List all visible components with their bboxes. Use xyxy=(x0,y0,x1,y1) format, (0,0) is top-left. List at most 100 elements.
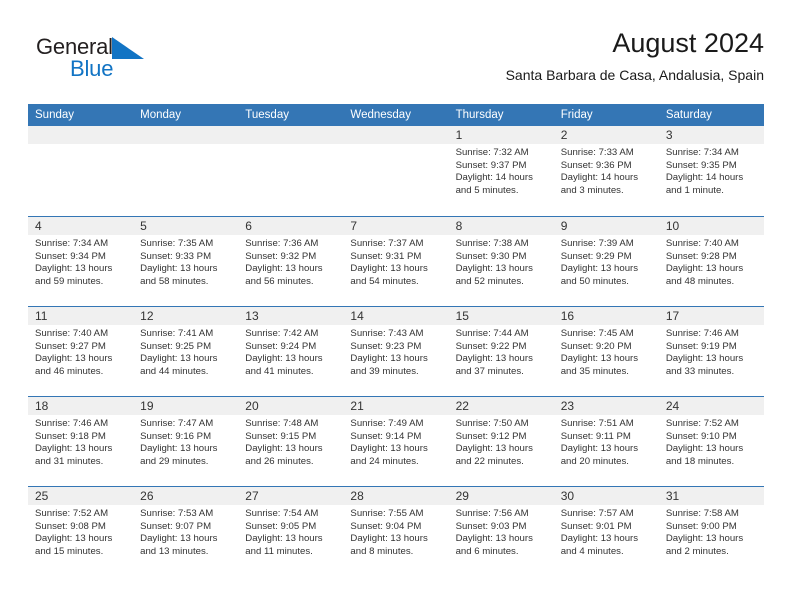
sunrise-text: Sunrise: 7:37 AM xyxy=(350,238,424,249)
daylight-text-line1: Daylight: 13 hours xyxy=(245,533,323,545)
calendar-day-cell[interactable]: 29 Sunrise: 7:56 AM Sunset: 9:03 PM Dayligh… xyxy=(448,487,554,576)
calendar-day-cell[interactable]: 10 Sunrise: 7:40 AM Sunset: 9:28 PM Dayligh… xyxy=(658,217,764,306)
calendar-day-cell[interactable]: 31 Sunrise: 7:58 AM Sunset: 9:00 PM Dayligh… xyxy=(658,487,764,576)
sunrise-text: Sunrise: 7:33 AM xyxy=(560,147,634,158)
sunset-text: Sunset: 9:19 PM xyxy=(665,340,737,352)
calendar-day-cell[interactable]: 17 Sunrise: 7:46 AM Sunset: 9:19 PM Dayligh… xyxy=(658,307,764,396)
daylight-text-line1: Daylight: 13 hours xyxy=(140,443,218,455)
sunset-text: Sunset: 9:35 PM xyxy=(665,159,737,171)
calendar-day-cell[interactable]: 14 Sunrise: 7:43 AM Sunset: 9:23 PM Dayligh… xyxy=(343,307,449,396)
calendar-day-cell[interactable]: 23 Sunrise: 7:51 AM Sunset: 9:11 PM Dayligh… xyxy=(553,397,659,486)
day-number: 4 xyxy=(28,217,134,235)
calendar-day-cell[interactable]: 26 Sunrise: 7:53 AM Sunset: 9:07 PM Dayligh… xyxy=(133,487,239,576)
calendar-day-cell[interactable]: 19 Sunrise: 7:47 AM Sunset: 9:16 PM Dayligh… xyxy=(133,397,239,486)
sunset-text: Sunset: 9:03 PM xyxy=(455,520,527,532)
day-number: 28 xyxy=(343,487,449,505)
daylight-text-line1: Daylight: 13 hours xyxy=(455,263,533,275)
sunset-text: Sunset: 9:32 PM xyxy=(245,250,317,262)
calendar-day-cell[interactable]: 12 Sunrise: 7:41 AM Sunset: 9:25 PM Dayligh… xyxy=(133,307,239,396)
calendar-day-cell[interactable]: 5 Sunrise: 7:35 AM Sunset: 9:33 PM Daylight… xyxy=(133,217,239,306)
calendar-day-cell[interactable]: 20 Sunrise: 7:48 AM Sunset: 9:15 PM Dayligh… xyxy=(238,397,344,486)
calendar-day-cell[interactable]: 16 Sunrise: 7:45 AM Sunset: 9:20 PM Dayligh… xyxy=(553,307,659,396)
day-number: 25 xyxy=(28,487,134,505)
daylight-text-line1: Daylight: 13 hours xyxy=(35,353,113,365)
calendar-day-cell[interactable]: 8 Sunrise: 7:38 AM Sunset: 9:30 PM Daylight… xyxy=(448,217,554,306)
title-block: August 2024 Santa Barbara de Casa, Andal… xyxy=(506,26,764,84)
calendar-day-cell[interactable]: 15 Sunrise: 7:44 AM Sunset: 9:22 PM Dayligh… xyxy=(448,307,554,396)
daylight-text-line1: Daylight: 13 hours xyxy=(350,263,428,275)
day-details: Sunrise: 7:40 AM Sunset: 9:28 PM Daylight:… xyxy=(659,235,764,288)
calendar-cell-empty xyxy=(238,126,344,216)
daylight-text-line1: Daylight: 13 hours xyxy=(560,353,639,365)
day-number: 14 xyxy=(343,307,449,325)
calendar-day-cell[interactable]: 21 Sunrise: 7:49 AM Sunset: 9:14 PM Dayligh… xyxy=(343,397,449,486)
daylight-text-line2: and 22 minutes. xyxy=(455,455,524,467)
sunset-text: Sunset: 9:20 PM xyxy=(560,340,632,352)
sunrise-text: Sunrise: 7:55 AM xyxy=(350,508,424,519)
sunset-text: Sunset: 9:37 PM xyxy=(455,159,527,171)
day-details: Sunrise: 7:49 AM Sunset: 9:14 PM Daylight:… xyxy=(343,415,448,468)
day-number: 8 xyxy=(448,217,554,235)
daylight-text-line1: Daylight: 13 hours xyxy=(665,443,744,455)
daylight-text-line1: Daylight: 13 hours xyxy=(350,443,428,455)
daylight-text-line1: Daylight: 13 hours xyxy=(140,533,218,545)
calendar-day-cell[interactable]: 4 Sunrise: 7:34 AM Sunset: 9:34 PM Daylight… xyxy=(28,217,134,306)
sunrise-text: Sunrise: 7:45 AM xyxy=(560,328,634,339)
day-details: Sunrise: 7:58 AM Sunset: 9:00 PM Daylight:… xyxy=(659,505,764,558)
sunset-text: Sunset: 9:30 PM xyxy=(455,250,527,262)
daylight-text-line1: Daylight: 13 hours xyxy=(560,443,639,455)
day-details: Sunrise: 7:44 AM Sunset: 9:22 PM Daylight:… xyxy=(449,325,554,378)
sunrise-text: Sunrise: 7:40 AM xyxy=(35,328,109,339)
day-number: 18 xyxy=(28,397,134,415)
calendar-day-cell[interactable]: 18 Sunrise: 7:46 AM Sunset: 9:18 PM Dayligh… xyxy=(28,397,134,486)
calendar-day-cell[interactable]: 7 Sunrise: 7:37 AM Sunset: 9:31 PM Daylight… xyxy=(343,217,449,306)
day-details: Sunrise: 7:46 AM Sunset: 9:19 PM Daylight:… xyxy=(659,325,764,378)
day-details: Sunrise: 7:52 AM Sunset: 9:08 PM Daylight:… xyxy=(28,505,133,558)
calendar-day-cell[interactable]: 3 Sunrise: 7:34 AM Sunset: 9:35 PM Daylight… xyxy=(658,126,764,216)
daylight-text-line1: Daylight: 13 hours xyxy=(140,263,218,275)
sunset-text: Sunset: 9:10 PM xyxy=(665,430,737,442)
sunrise-text: Sunrise: 7:34 AM xyxy=(665,147,739,158)
day-number: 2 xyxy=(553,126,659,144)
calendar-day-cell[interactable]: 25 Sunrise: 7:52 AM Sunset: 9:08 PM Dayligh… xyxy=(28,487,134,576)
sunset-text: Sunset: 9:08 PM xyxy=(35,520,106,532)
daylight-text-line2: and 58 minutes. xyxy=(140,275,209,287)
calendar-day-cell[interactable]: 22 Sunrise: 7:50 AM Sunset: 9:12 PM Dayligh… xyxy=(448,397,554,486)
weekday-header-wednesday: Wednesday xyxy=(350,109,411,121)
sunrise-text: Sunrise: 7:58 AM xyxy=(665,508,739,519)
daylight-text-line1: Daylight: 13 hours xyxy=(35,263,113,275)
daylight-text-line2: and 5 minutes. xyxy=(455,184,519,196)
day-details: Sunrise: 7:33 AM Sunset: 9:36 PM Daylight:… xyxy=(554,144,659,197)
sunset-text: Sunset: 9:25 PM xyxy=(140,340,212,352)
calendar-day-cell[interactable]: 9 Sunrise: 7:39 AM Sunset: 9:29 PM Daylight… xyxy=(553,217,659,306)
calendar-day-cell[interactable]: 13 Sunrise: 7:42 AM Sunset: 9:24 PM Dayligh… xyxy=(238,307,344,396)
sunset-text: Sunset: 9:07 PM xyxy=(140,520,212,532)
day-number: 6 xyxy=(238,217,344,235)
sunrise-text: Sunrise: 7:32 AM xyxy=(455,147,529,158)
calendar-day-cell[interactable]: 24 Sunrise: 7:52 AM Sunset: 9:10 PM Dayligh… xyxy=(658,397,764,486)
calendar-day-cell[interactable]: 11 Sunrise: 7:40 AM Sunset: 9:27 PM Dayligh… xyxy=(28,307,134,396)
sunset-text: Sunset: 9:33 PM xyxy=(140,250,212,262)
calendar-day-cell[interactable]: 30 Sunrise: 7:57 AM Sunset: 9:01 PM Dayligh… xyxy=(553,487,659,576)
sunset-text: Sunset: 9:24 PM xyxy=(245,340,317,352)
daylight-text-line2: and 44 minutes. xyxy=(140,365,209,377)
calendar-week-row: 1 Sunrise: 7:32 AM Sunset: 9:37 PM Daylight… xyxy=(28,126,764,216)
sunrise-text: Sunrise: 7:46 AM xyxy=(665,328,739,339)
sunrise-text: Sunrise: 7:43 AM xyxy=(350,328,424,339)
day-details: Sunrise: 7:37 AM Sunset: 9:31 PM Daylight:… xyxy=(343,235,448,288)
sunrise-text: Sunrise: 7:44 AM xyxy=(455,328,529,339)
calendar-day-cell[interactable]: 2 Sunrise: 7:33 AM Sunset: 9:36 PM Daylight… xyxy=(553,126,659,216)
calendar-day-cell[interactable]: 6 Sunrise: 7:36 AM Sunset: 9:32 PM Daylight… xyxy=(238,217,344,306)
day-number: 20 xyxy=(238,397,344,415)
calendar-day-cell[interactable]: 27 Sunrise: 7:54 AM Sunset: 9:05 PM Dayligh… xyxy=(238,487,344,576)
calendar-day-cell[interactable]: 28 Sunrise: 7:55 AM Sunset: 9:04 PM Dayligh… xyxy=(343,487,449,576)
calendar-cell-empty xyxy=(28,126,134,216)
sunset-text: Sunset: 9:31 PM xyxy=(350,250,422,262)
sunset-text: Sunset: 9:12 PM xyxy=(455,430,527,442)
day-details: Sunrise: 7:38 AM Sunset: 9:30 PM Daylight:… xyxy=(449,235,554,288)
sunrise-text: Sunrise: 7:53 AM xyxy=(140,508,214,519)
day-number: 11 xyxy=(28,307,134,325)
general-blue-logo[interactable]: General Blue xyxy=(36,34,236,90)
calendar-day-cell[interactable]: 1 Sunrise: 7:32 AM Sunset: 9:37 PM Daylight… xyxy=(448,126,554,216)
weekday-header-tuesday: Tuesday xyxy=(245,109,289,121)
